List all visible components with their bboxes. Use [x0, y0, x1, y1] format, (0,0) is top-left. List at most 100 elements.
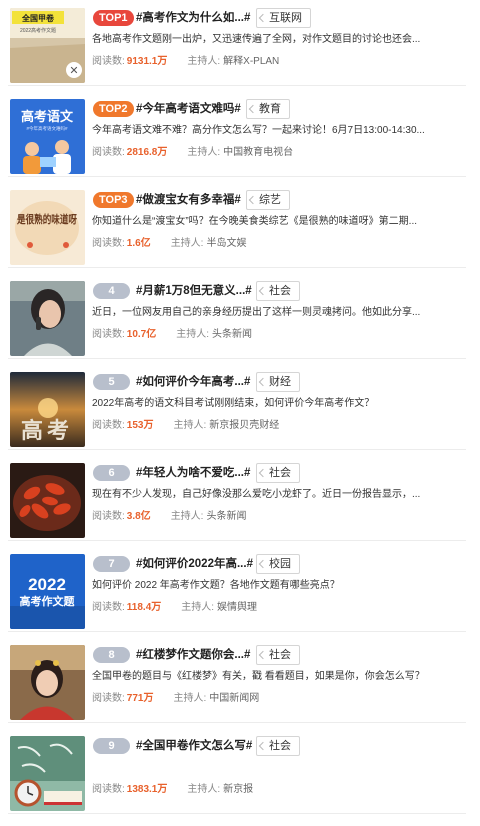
topic-title[interactable]: #如何评价2022年高...# [136, 555, 253, 573]
host-label: 主持人: [173, 420, 207, 431]
list-item[interactable]: 6 #年轻人为啥不爱吃...# 社会 现在有不少人发现，自己好像没那么爱吃小龙虾… [0, 455, 480, 541]
topic-meta: 阅读数: 153万 主持人: 新京报贝壳财经 [92, 419, 279, 433]
topic-description: 各地高考作文题刚一出炉，又迅速传遍了全网，对作文题目的讨论也还会... [92, 34, 421, 45]
category-tag[interactable]: 校园 [256, 554, 300, 574]
list-item[interactable]: 高考语文 #今年高考语文难吗# TOP2 #今年高考语文难吗# 教育 今年高考语… [0, 91, 480, 177]
category-tag[interactable]: 教育 [246, 99, 290, 119]
reads-count: 118.4万 [126, 602, 162, 613]
category-tag[interactable]: 社会 [256, 736, 300, 756]
thumb-subtitle: 2022高考作文题 [20, 27, 56, 34]
reads-count: 1383.1万 [126, 784, 168, 795]
topic-title[interactable]: #做渡宝女有多幸福# [136, 191, 241, 209]
category-tag[interactable]: 综艺 [246, 190, 290, 210]
topic-thumbnail[interactable] [10, 645, 85, 720]
divider [8, 540, 466, 541]
divider [8, 449, 466, 450]
category-tag[interactable]: 互联网 [256, 8, 311, 28]
host-label: 主持人: [187, 147, 221, 158]
reads-count: 10.7亿 [126, 329, 157, 340]
thumb-subtitle: #今年高考语文难吗# [26, 125, 68, 132]
category-tag[interactable]: 社会 [256, 463, 300, 483]
topic-thumbnail[interactable]: 高考 [10, 372, 85, 447]
reads-label: 阅读数: [92, 511, 125, 522]
list-item[interactable]: 9 #全国甲卷作文怎么写# 社会 阅读数: 1383.1万 主持人: 新京报 [0, 728, 480, 814]
reads-count: 2816.8万 [126, 147, 168, 158]
topic-meta: 阅读数: 10.7亿 主持人: 头条新闻 [92, 328, 252, 342]
category-tag[interactable]: 社会 [256, 281, 300, 301]
topic-title[interactable]: #高考作文为什么如...# [136, 9, 250, 27]
rank-badge: TOP3 [93, 192, 134, 208]
host-name: 半岛文娱 [206, 238, 247, 249]
list-item[interactable]: 8 #红楼梦作文题你会...# 社会 全国甲卷的题目与《红楼梦》有关，戳 看看题… [0, 637, 480, 723]
topic-title[interactable]: #年轻人为啥不爱吃...# [136, 464, 250, 482]
divider [8, 631, 466, 632]
thumb-title: 高考语文 [21, 109, 74, 124]
reads-count: 153万 [126, 420, 154, 431]
topic-title[interactable]: #月薪1万8但无意义...# [136, 282, 252, 300]
thumb-subtitle: 高考作文题 [20, 594, 76, 608]
reads-label: 阅读数: [92, 56, 125, 67]
host-name: 中国教育电视台 [223, 147, 294, 158]
svg-text:✕: ✕ [69, 65, 78, 77]
host-label: 主持人: [187, 784, 221, 795]
reads-count: 1.6亿 [126, 238, 151, 249]
category-tag[interactable]: 财经 [256, 372, 300, 392]
topic-thumbnail[interactable]: 是很熟的味道呀 [10, 190, 85, 265]
list-item[interactable]: 2022 高考作文题 7 #如何评价2022年高...# 校园 如何评价 202… [0, 546, 480, 632]
host-name: 头条新闻 [212, 329, 253, 340]
list-item[interactable]: 高考 5 #如何评价今年高考...# 财经 2022年高考的语文科目考试刚刚结束… [0, 364, 480, 450]
rank-badge: 7 [93, 556, 130, 572]
topic-meta: 阅读数: 771万 主持人: 中国新闻网 [92, 692, 259, 706]
rank-badge: 4 [93, 283, 130, 299]
divider [8, 267, 466, 268]
topic-title[interactable]: #今年高考语文难吗# [136, 100, 241, 118]
topic-thumbnail[interactable] [10, 736, 85, 811]
host-name: 中国新闻网 [209, 693, 260, 704]
list-item[interactable]: 全国甲卷 2022高考作文题 ✕ TOP1 #高考作文为什么如...# 互联网 … [0, 0, 480, 86]
thumb-title: 是很熟的味道呀 [16, 212, 77, 226]
list-item[interactable]: 是很熟的味道呀 TOP3 #做渡宝女有多幸福# 综艺 你知道什么是“渡宝女”吗？… [0, 182, 480, 268]
host-label: 主持人: [176, 329, 210, 340]
divider [8, 813, 466, 814]
topic-thumbnail[interactable]: 高考语文 #今年高考语文难吗# [10, 99, 85, 174]
topic-meta: 阅读数: 1.6亿 主持人: 半岛文娱 [92, 237, 246, 251]
divider [8, 722, 466, 723]
list-item[interactable]: 4 #月薪1万8但无意义...# 社会 近日，一位网友用自己的亲身经历提出了这样… [0, 273, 480, 359]
rank-badge: 6 [93, 465, 130, 481]
reads-label: 阅读数: [92, 147, 125, 158]
host-name: 头条新闻 [206, 511, 247, 522]
topic-description: 如何评价 2022 年高考作文题？各地作文题有哪些亮点？ [92, 580, 340, 591]
reads-label: 阅读数: [92, 602, 125, 613]
host-label: 主持人: [187, 56, 221, 67]
topic-meta: 阅读数: 2816.8万 主持人: 中国教育电视台 [92, 146, 293, 160]
topic-description: 全国甲卷的题目与《红楼梦》有关，戳 看看题目，如果是你，你会怎么写？ [92, 671, 425, 682]
reads-label: 阅读数: [92, 238, 125, 249]
topic-title[interactable]: #如何评价今年高考...# [136, 373, 250, 391]
reads-count: 771万 [126, 693, 154, 704]
thumb-title: 全国甲卷 [21, 13, 55, 23]
topic-thumbnail[interactable] [10, 281, 85, 356]
topic-thumbnail[interactable]: 2022 高考作文题 [10, 554, 85, 629]
topic-meta: 阅读数: 118.4万 主持人: 娱情舆理 [92, 601, 257, 615]
topic-description: 你知道什么是“渡宝女”吗？在今晚美食类综艺《是很熟的味道呀》第二期... [92, 216, 417, 227]
host-name: 解释X-PLAN [223, 56, 280, 67]
topic-thumbnail[interactable] [10, 463, 85, 538]
topic-meta: 阅读数: 3.8亿 主持人: 头条新闻 [92, 510, 246, 524]
divider [8, 85, 466, 86]
reads-count: 3.8亿 [126, 511, 151, 522]
host-name: 娱情舆理 [217, 602, 258, 613]
host-label: 主持人: [173, 693, 207, 704]
divider [8, 176, 466, 177]
host-label: 主持人: [181, 602, 215, 613]
reads-label: 阅读数: [92, 784, 125, 795]
host-label: 主持人: [170, 238, 204, 249]
host-name: 新京报 [223, 784, 254, 795]
topic-title[interactable]: #全国甲卷作文怎么写# [136, 737, 252, 755]
reads-label: 阅读数: [92, 420, 125, 431]
category-tag[interactable]: 社会 [256, 645, 300, 665]
reads-count: 9131.1万 [126, 56, 168, 67]
topic-thumbnail[interactable]: 全国甲卷 2022高考作文题 ✕ [10, 8, 85, 83]
host-name: 新京报贝壳财经 [209, 420, 280, 431]
topic-title[interactable]: #红楼梦作文题你会...# [136, 646, 250, 664]
rank-badge: 9 [93, 738, 130, 754]
